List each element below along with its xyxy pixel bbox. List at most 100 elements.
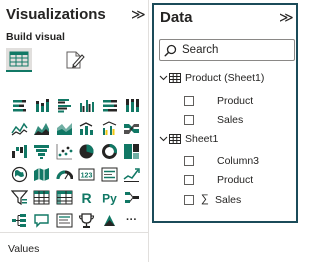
qa-visual-icon [34, 214, 49, 228]
visual-donut-chart-button[interactable] [98, 140, 120, 163]
visual-line-and-column-chart-button[interactable] [76, 117, 98, 140]
visual-r-visual-button[interactable]: R [76, 186, 98, 209]
visual-slicer-button[interactable] [8, 186, 30, 209]
data-pane-title: Data [160, 9, 193, 26]
search-box[interactable] [159, 39, 295, 61]
visual-decomposition-tree-button[interactable] [8, 209, 30, 232]
stacked-area-chart-icon [56, 123, 72, 135]
field-item[interactable] [184, 93, 194, 109]
key-influencers-icon [125, 192, 139, 203]
visual-line-chart-button[interactable] [8, 117, 30, 140]
visual-clustered-column-chart-button[interactable] [76, 94, 98, 117]
field-checkbox[interactable] [184, 156, 194, 166]
visual-100-percent-stacked-bar-chart-button[interactable] [98, 94, 120, 117]
clustered-bar-chart-icon [57, 99, 71, 113]
visual-scatter-chart-button[interactable] [53, 140, 75, 163]
field-item[interactable] [184, 112, 194, 128]
gauge-icon [56, 170, 73, 180]
pie-chart-icon [79, 144, 94, 159]
field-item[interactable] [184, 153, 194, 169]
svg-text:···: ··· [126, 214, 137, 226]
build-visual-tab-icon [9, 51, 29, 67]
field-checkbox[interactable] [184, 195, 194, 205]
values-well-label: Values [8, 243, 40, 255]
field-checkbox[interactable] [184, 115, 194, 125]
visual-filled-map-button[interactable] [31, 163, 53, 186]
100-percent-stacked-bar-chart-icon [102, 100, 117, 112]
field-item[interactable] [184, 192, 194, 208]
filled-map-icon [34, 168, 49, 181]
visual-more-visuals-button[interactable]: ··· [121, 209, 143, 232]
smart-narrative-icon [56, 213, 72, 228]
visual-gauge-button[interactable] [53, 163, 75, 186]
format-visual-tab[interactable] [62, 48, 88, 72]
visual-kpi-button[interactable] [121, 163, 143, 186]
stacked-column-chart-icon [36, 99, 49, 112]
treemap-icon [124, 144, 139, 159]
search-input[interactable] [182, 42, 290, 58]
table-node-sheet1[interactable]: Sheet1 [158, 131, 218, 147]
stacked-bar-chart-icon [12, 100, 26, 112]
waterfall-chart-icon [11, 145, 27, 158]
visual-type-gallery: 123 R Py ··· [8, 94, 145, 232]
collapse-visualizations-icon[interactable]: ≫ [131, 6, 146, 23]
visual-pie-chart-button[interactable] [76, 140, 98, 163]
visual-treemap-button[interactable] [121, 140, 143, 163]
power-apps-icon [103, 215, 115, 226]
chevron-down-icon[interactable] [158, 131, 168, 147]
matrix-icon [56, 190, 72, 205]
table-icon [168, 70, 182, 86]
line-and-column-chart-icon [79, 122, 93, 135]
visual-funnel-chart-button[interactable] [31, 140, 53, 163]
svg-text:R: R [81, 190, 91, 206]
visual-ribbon-chart-button[interactable] [121, 117, 143, 140]
r-visual-icon: R [81, 190, 91, 206]
divider [0, 232, 149, 233]
ribbon-chart-icon [124, 124, 139, 134]
funnel-chart-icon [34, 145, 49, 159]
field-label: Sales [217, 114, 244, 126]
more-visuals-icon: ··· [126, 214, 137, 226]
chevron-down-icon[interactable] [158, 70, 168, 86]
area-chart-icon [34, 123, 49, 135]
table-icon [33, 190, 50, 205]
visual-line-and-clustered-column-chart-button[interactable] [98, 117, 120, 140]
visual-100-percent-stacked-column-chart-button[interactable] [121, 94, 143, 117]
map-icon [11, 166, 27, 183]
line-chart-icon [10, 122, 28, 136]
visual-multi-row-card-button[interactable] [98, 163, 120, 186]
visual-clustered-bar-chart-button[interactable] [53, 94, 75, 117]
build-visual-tab[interactable] [6, 48, 32, 72]
visual-smart-narrative-button[interactable] [53, 209, 75, 232]
field-label: Product [217, 174, 254, 186]
visual-paginated-report-button[interactable] [76, 209, 98, 232]
collapse-data-pane-icon[interactable]: ≫ [279, 9, 294, 26]
format-visual-tab-icon [66, 51, 85, 69]
kpi-icon [123, 168, 140, 182]
visual-python-visual-button[interactable]: Py [98, 186, 120, 209]
line-and-clustered-column-chart-icon [102, 121, 116, 135]
100-percent-stacked-column-chart-icon [126, 99, 139, 112]
visual-card-button[interactable]: 123 [76, 163, 98, 186]
decomposition-tree-icon [11, 214, 26, 227]
visual-matrix-button[interactable] [53, 186, 75, 209]
field-checkbox[interactable] [184, 96, 194, 106]
visual-table-button[interactable] [31, 186, 53, 209]
visual-power-apps-button[interactable] [98, 209, 120, 232]
field-label: Sales [215, 194, 242, 206]
visual-qa-visual-button[interactable] [31, 209, 53, 232]
visual-map-button[interactable] [8, 163, 30, 186]
search-icon [164, 44, 177, 62]
visual-key-influencers-button[interactable] [121, 186, 143, 209]
visual-waterfall-chart-button[interactable] [8, 140, 30, 163]
field-item[interactable] [184, 172, 194, 188]
visual-area-chart-button[interactable] [31, 117, 53, 140]
build-visual-label: Build visual [6, 31, 65, 43]
visual-stacked-area-chart-button[interactable] [53, 117, 75, 140]
table-name: Sheet1 [185, 133, 219, 145]
visual-stacked-bar-chart-button[interactable] [8, 94, 30, 117]
svg-text:123: 123 [81, 173, 93, 180]
visual-stacked-column-chart-button[interactable] [31, 94, 53, 117]
table-node-product-sheet1[interactable]: Product (Sheet1) [158, 70, 264, 86]
field-checkbox[interactable] [184, 175, 194, 185]
